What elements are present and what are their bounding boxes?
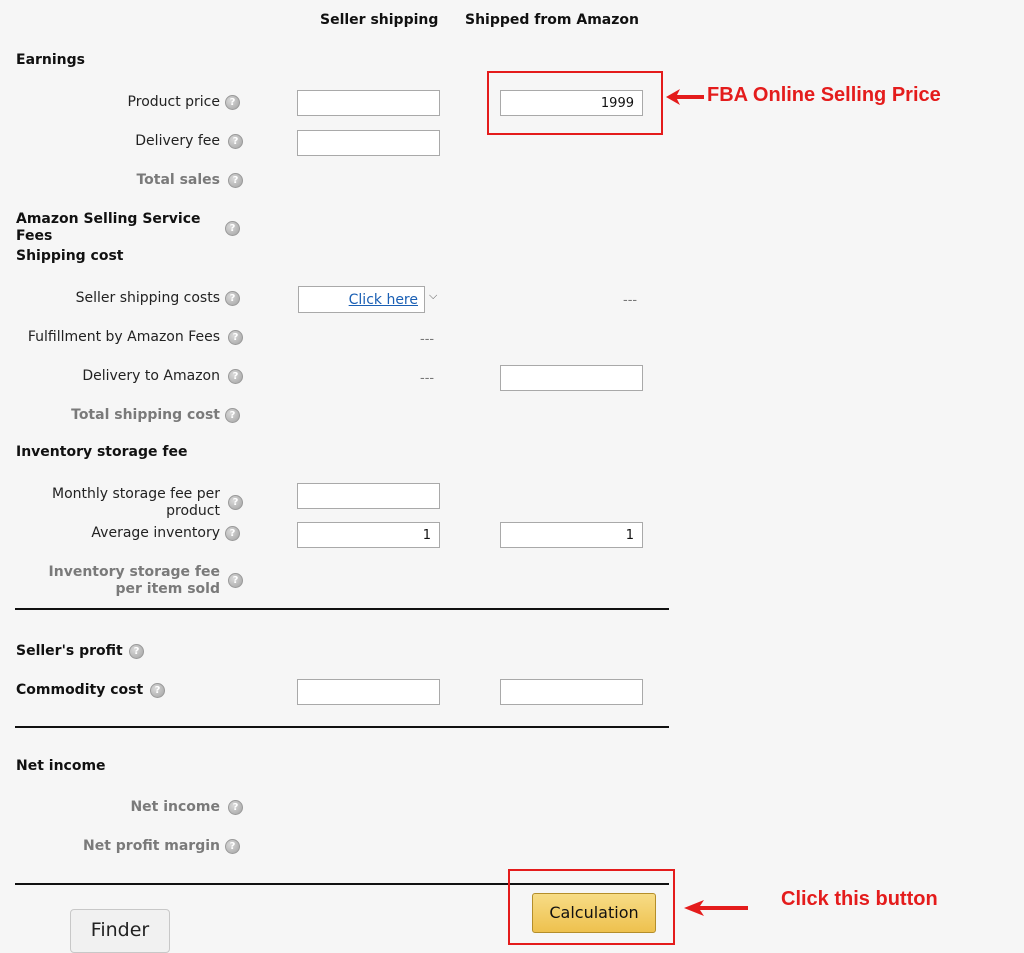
delivery-fee-seller-input[interactable] — [297, 130, 440, 156]
fba-fees-seller-value: --- — [420, 332, 435, 347]
total-shipping-cost-label: Total shipping cost — [71, 407, 220, 423]
help-icon[interactable]: ? — [225, 291, 240, 306]
divider — [15, 726, 669, 728]
help-icon[interactable]: ? — [225, 221, 240, 236]
help-icon[interactable]: ? — [228, 369, 243, 384]
help-icon[interactable]: ? — [228, 330, 243, 345]
average-inventory-seller-input[interactable] — [297, 522, 440, 548]
click-here-link[interactable]: Click here — [349, 292, 418, 308]
help-icon[interactable]: ? — [228, 800, 243, 815]
average-inventory-label: Average inventory — [91, 525, 220, 541]
commodity-cost-seller-input[interactable] — [297, 679, 440, 705]
help-icon[interactable]: ? — [228, 173, 243, 188]
help-icon[interactable]: ? — [150, 683, 165, 698]
help-icon[interactable]: ? — [225, 95, 240, 110]
arrow-left-icon — [684, 900, 748, 916]
section-earnings: Earnings — [16, 52, 86, 68]
section-amazon-selling-service-fees: Amazon Selling Service Fees — [16, 211, 201, 244]
highlight-box-button — [508, 869, 675, 945]
total-sales-label: Total sales — [136, 172, 220, 188]
section-net-income: Net income — [16, 758, 106, 774]
net-income-label: Net income — [130, 799, 220, 815]
delivery-fee-label: Delivery fee — [135, 133, 220, 149]
delivery-to-amazon-label: Delivery to Amazon — [82, 368, 220, 384]
annotation-click-button: Click this button — [781, 888, 938, 910]
finder-button[interactable]: Finder — [70, 909, 170, 953]
help-icon[interactable]: ? — [129, 644, 144, 659]
seller-shipping-costs-amazon-value: --- — [623, 293, 638, 308]
annotation-fba-price: FBA Online Selling Price — [707, 84, 941, 106]
arrow-left-icon — [666, 89, 704, 105]
product-price-label: Product price — [127, 94, 220, 110]
seller-shipping-costs-label: Seller shipping costs — [75, 290, 220, 306]
help-icon[interactable]: ? — [228, 495, 243, 510]
help-icon[interactable]: ? — [225, 839, 240, 854]
product-price-seller-input[interactable] — [297, 90, 440, 116]
delivery-to-amazon-amazon-input[interactable] — [500, 365, 643, 391]
help-icon[interactable]: ? — [228, 573, 243, 588]
column-header-shipped-from-amazon: Shipped from Amazon — [465, 12, 639, 28]
monthly-storage-fee-label: Monthly storage fee per product — [52, 486, 220, 519]
section-shipping-cost: Shipping cost — [16, 248, 124, 264]
divider — [15, 608, 669, 610]
inventory-storage-fee-per-item-label: Inventory storage fee per item sold — [48, 564, 220, 597]
chevron-down-icon[interactable]: ⌵ — [429, 289, 437, 303]
column-header-seller-shipping: Seller shipping — [320, 12, 439, 28]
net-profit-margin-label: Net profit margin — [83, 838, 220, 854]
highlight-box-price — [487, 71, 663, 135]
section-inventory-storage-fee: Inventory storage fee — [16, 444, 188, 460]
help-icon[interactable]: ? — [228, 134, 243, 149]
seller-shipping-costs-select[interactable]: Click here — [298, 286, 425, 313]
fba-fees-label: Fulfillment by Amazon Fees — [27, 329, 220, 345]
commodity-cost-amazon-input[interactable] — [500, 679, 643, 705]
help-icon[interactable]: ? — [225, 408, 240, 423]
delivery-to-amazon-seller-value: --- — [420, 371, 435, 386]
monthly-storage-fee-seller-input[interactable] — [297, 483, 440, 509]
average-inventory-amazon-input[interactable] — [500, 522, 643, 548]
commodity-cost-label: Commodity cost — [16, 682, 144, 698]
section-sellers-profit: Seller's profit — [16, 643, 123, 659]
help-icon[interactable]: ? — [225, 526, 240, 541]
